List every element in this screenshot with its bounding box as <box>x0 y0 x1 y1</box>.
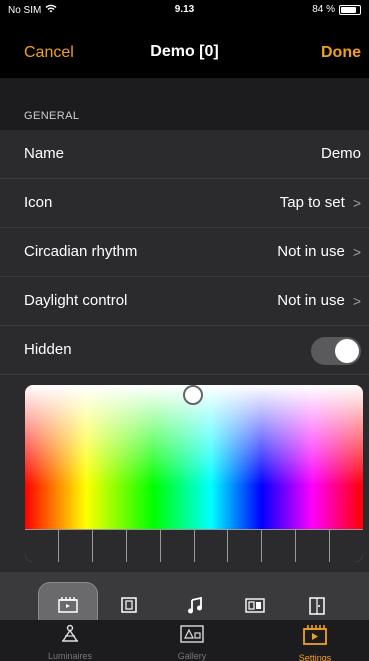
row-label: Daylight control <box>24 292 128 309</box>
section-label: GENERAL <box>24 110 80 122</box>
tab-label: Settings <box>298 653 332 661</box>
navigation-bar: Cancel Demo [0] Done <box>0 28 369 78</box>
row-name[interactable]: Name Demo <box>0 130 369 179</box>
row-circadian-rhythm[interactable]: Circadian rhythm Not in use > <box>0 228 369 277</box>
image-gallery-icon[interactable] <box>244 596 266 619</box>
color-swatch[interactable] <box>228 529 263 562</box>
row-icon[interactable]: Icon Tap to set > <box>0 179 369 228</box>
color-swatch[interactable] <box>262 529 297 562</box>
circadian-value: Not in use <box>277 243 345 260</box>
row-hidden: Hidden <box>0 326 369 375</box>
color-swatch[interactable] <box>160 529 195 562</box>
row-value: Not in use > <box>277 292 361 309</box>
lamp-icon <box>59 624 81 648</box>
music-note-icon[interactable] <box>186 596 204 619</box>
page-title: Demo [0] <box>150 43 219 60</box>
tab-label: Luminaires <box>47 651 93 661</box>
row-label: Hidden <box>24 341 72 358</box>
status-bar: No SIM 9.13 84 % <box>0 0 369 20</box>
color-spectrum[interactable] <box>25 385 363 529</box>
color-swatch[interactable] <box>126 529 161 562</box>
row-label: Circadian rhythm <box>24 243 138 260</box>
color-panel <box>0 375 369 572</box>
film-clapper-icon[interactable] <box>57 596 79 619</box>
row-label: Name <box>24 145 65 162</box>
icon-strip <box>0 572 369 620</box>
daylight-value: Not in use <box>277 292 345 309</box>
row-label: Icon <box>24 194 53 211</box>
row-value: Demo <box>321 145 361 162</box>
tab-luminaires[interactable]: Luminaires <box>20 624 120 661</box>
tab-gallery[interactable]: Gallery <box>142 624 242 661</box>
hidden-toggle[interactable] <box>311 337 361 365</box>
done-button[interactable]: Done <box>321 44 361 62</box>
battery-icon <box>339 4 361 15</box>
row-value: Tap to set > <box>280 194 361 211</box>
chevron-right-icon: > <box>352 243 361 260</box>
color-swatch[interactable] <box>330 529 363 562</box>
tab-settings[interactable]: Settings <box>265 624 365 661</box>
chevron-right-icon: > <box>352 194 361 211</box>
color-swatch[interactable] <box>296 529 331 562</box>
color-picker-marker[interactable] <box>183 385 203 405</box>
section-header-general: GENERAL <box>0 78 369 130</box>
color-swatch[interactable] <box>25 529 59 562</box>
chevron-right-icon: > <box>352 292 361 309</box>
gallery-icon <box>179 625 205 648</box>
color-swatch[interactable] <box>194 529 229 562</box>
picture-frame-icon[interactable] <box>119 596 139 619</box>
tab-bar: Luminaires Gallery Settings <box>0 620 369 661</box>
row-value: Not in use > <box>277 243 361 260</box>
settings-icon <box>302 625 328 650</box>
battery-text: 84 % <box>312 4 335 15</box>
status-right: 84 % <box>312 4 361 15</box>
color-picker <box>25 385 363 562</box>
tab-label: Gallery <box>177 651 207 661</box>
color-swatches <box>25 529 363 562</box>
color-swatch[interactable] <box>58 529 93 562</box>
name-value: Demo <box>320 145 361 162</box>
icon-value: Tap to set <box>279 194 345 211</box>
door-icon[interactable] <box>307 596 327 620</box>
toggle-knob <box>335 339 359 363</box>
row-daylight-control[interactable]: Daylight control Not in use > <box>0 277 369 326</box>
settings-list: Name Demo Icon Tap to set > Circadian rh… <box>0 130 369 375</box>
battery-fill <box>341 6 356 13</box>
color-swatch[interactable] <box>92 529 127 562</box>
